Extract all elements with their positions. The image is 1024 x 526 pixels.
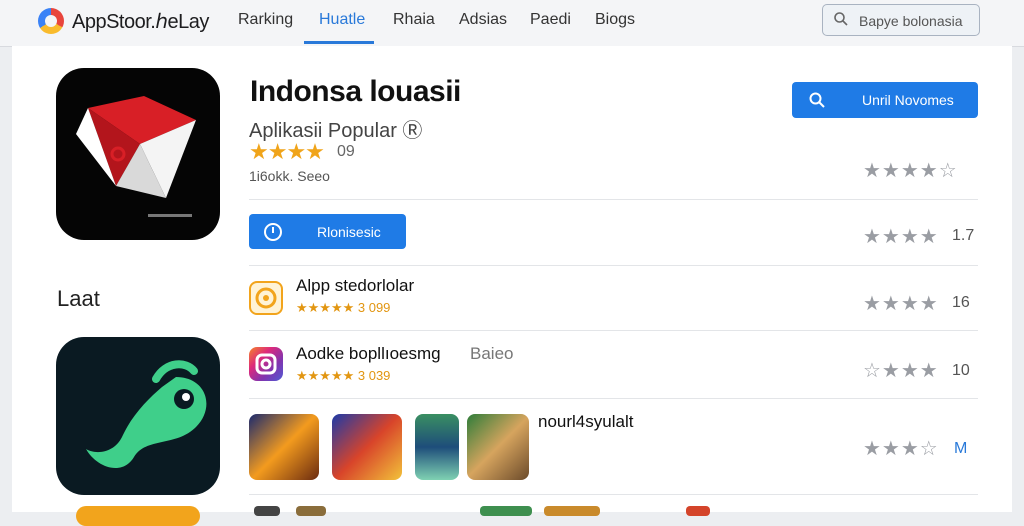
right-rating-value: 10 — [952, 362, 970, 379]
top-bar: AppStoor.ℎeLay Rarking Huatle Rhaia Adsi… — [0, 0, 1024, 47]
active-tab-indicator — [304, 41, 374, 44]
partial-icon — [480, 506, 532, 516]
nav-item-paedi[interactable]: Paedi — [530, 11, 571, 29]
right-rating-value: 1.7 — [952, 227, 975, 244]
list-item-suffix: Baieo — [470, 344, 514, 363]
clock-icon — [264, 223, 282, 241]
search-input[interactable]: Bapye bolonasia — [859, 13, 963, 29]
partial-icon — [254, 506, 280, 516]
nav-item-rhaia[interactable]: Rhaia — [393, 11, 435, 29]
featured-app-icon[interactable] — [56, 68, 220, 240]
list-item-title[interactable]: nourl4syulalt — [538, 412, 633, 432]
app-store-logo-icon[interactable] — [38, 8, 64, 34]
game-thumbnail[interactable] — [249, 414, 319, 480]
divider — [249, 494, 978, 495]
right-rating-value[interactable]: M — [954, 440, 967, 458]
search-box[interactable]: Bapye bolonasia — [822, 4, 980, 36]
list-item-rating: ★★★★★ 3 099 — [296, 300, 391, 315]
search-icon — [809, 92, 825, 108]
secondary-action-label: Rlonisesic — [317, 224, 381, 240]
third-app-icon-partial[interactable] — [76, 506, 200, 526]
face-icon — [255, 287, 277, 309]
right-rating-value: 16 — [952, 294, 970, 311]
divider — [249, 265, 978, 266]
right-rating-stars: ★★★★ — [863, 293, 939, 315]
section-label: Laat — [57, 286, 100, 311]
nav-item-ranking[interactable]: Rarking — [238, 11, 293, 29]
nav-item-blogs[interactable]: Biogs — [595, 11, 635, 29]
secondary-action-button[interactable]: Rlonisesic — [249, 214, 406, 249]
nav-item-active[interactable]: Huatle — [319, 11, 365, 29]
partial-icon — [686, 506, 710, 516]
game-thumbnail[interactable] — [332, 414, 402, 480]
featured-rating-stars: ★★★★ — [249, 139, 325, 164]
list-item-icon[interactable] — [249, 347, 283, 381]
game-thumbnail[interactable] — [415, 414, 459, 480]
search-icon — [834, 12, 848, 26]
right-rating-stars: ☆★★★ — [863, 360, 939, 382]
featured-rating-value: 09 — [337, 143, 355, 160]
partial-icon — [544, 506, 600, 516]
right-rating-stars: ★★★★☆ — [863, 160, 958, 182]
origami-logo-icon — [76, 96, 196, 217]
list-item-icon[interactable] — [249, 281, 283, 315]
green-creature-icon — [86, 360, 207, 469]
partial-icon — [296, 506, 326, 516]
primary-action-button[interactable]: Unril Novomes — [792, 82, 978, 118]
list-item-title[interactable]: Aodke bopll⁠ı⁠oesmg — [296, 344, 441, 364]
list-item-title[interactable]: Alpp stedorlolar — [296, 276, 414, 296]
second-app-icon[interactable] — [56, 337, 220, 495]
divider — [249, 330, 978, 331]
camera-icon — [255, 353, 277, 375]
primary-action-label: Unril Novomes — [862, 92, 954, 108]
app-title: Indonsa louasii — [250, 75, 461, 108]
featured-downloads: 1i6okk. Seeo — [249, 168, 330, 184]
game-thumbnail[interactable] — [467, 414, 529, 480]
right-rating-stars: ★★★☆ — [863, 438, 939, 460]
list-item-rating: ★★★★★ 3 039 — [296, 368, 391, 383]
nav-item-adsias[interactable]: Adsias — [459, 11, 507, 29]
brand-title[interactable]: AppStoor.ℎeLay — [72, 9, 209, 34]
right-rating-stars: ★★★★ — [863, 226, 939, 248]
divider — [249, 398, 978, 399]
divider — [249, 199, 978, 200]
